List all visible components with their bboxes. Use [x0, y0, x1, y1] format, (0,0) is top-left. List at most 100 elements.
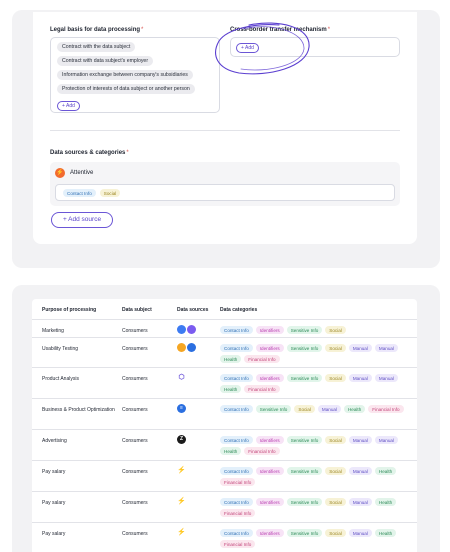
- legal-basis-chip[interactable]: Contract with the data subject: [57, 42, 136, 52]
- table-row[interactable]: Advertising Consumers Z Contact Info Identif…: [32, 430, 417, 461]
- categories-cell: Contact Info Identifiers Sensitive Info Soc…: [220, 529, 415, 548]
- category-tag: Health: [343, 405, 366, 413]
- category-tag: Health: [374, 467, 397, 475]
- subject-cell: Consumers: [122, 328, 148, 334]
- cross-border-field[interactable]: + Add: [230, 37, 400, 57]
- category-tag: Social: [99, 189, 121, 197]
- category-tag: Sensitive Info: [286, 467, 323, 475]
- table-row[interactable]: Usability Testing Consumers Contact Info Id…: [32, 338, 417, 368]
- source-categories-field[interactable]: Contact Info Social: [55, 184, 395, 201]
- table-row[interactable]: Pay salary Consumers ⚡ Contact Info Identifi…: [32, 523, 417, 552]
- add-source-button[interactable]: + Add source: [51, 212, 113, 228]
- category-tag: Health: [220, 447, 242, 455]
- table-row[interactable]: Product Analysis Consumers ⬡ Contact Info Id…: [32, 368, 417, 399]
- sources-cell: [177, 343, 196, 352]
- table-row[interactable]: Pay salary Consumers ⚡ Contact Info Identifi…: [32, 492, 417, 523]
- categories-cell: Contact Info Identifiers Sensitive Info Soc…: [220, 326, 415, 334]
- category-tag: Manual: [348, 529, 372, 537]
- category-tag: Contact Info: [220, 529, 253, 537]
- category-tag: Manual: [348, 498, 372, 506]
- categories-cell: Contact Info Identifiers Sensitive Info Soc…: [220, 436, 415, 455]
- category-tag: Sensitive Info: [255, 405, 292, 413]
- category-tag: Social: [325, 326, 346, 334]
- category-tag: Sensitive Info: [286, 498, 323, 506]
- categories-cell: Contact Info Identifiers Sensitive Info Soc…: [220, 467, 415, 486]
- legal-basis-chip[interactable]: Protection of interests of data subject …: [57, 84, 195, 94]
- category-tag: Health: [220, 385, 242, 393]
- category-tag: Manual: [348, 344, 372, 352]
- category-tag: Social: [325, 529, 346, 537]
- sources-cell: [177, 325, 196, 334]
- category-tag: Manual: [374, 374, 398, 382]
- category-tag: Identifiers: [255, 498, 284, 506]
- sources-cell: ≡: [177, 404, 186, 413]
- intercom-icon: ≡: [177, 404, 186, 413]
- column-header-purpose: Purpose of processing: [42, 307, 97, 313]
- category-tag: Manual: [348, 374, 372, 382]
- category-tag: Social: [325, 344, 346, 352]
- categories-cell: Contact Info Identifiers Sensitive Info Soc…: [220, 344, 415, 363]
- category-tag: Identifiers: [255, 436, 284, 444]
- purpose-cell: Business & Product Optimization: [42, 407, 115, 413]
- categories-cell: Contact Info Identifiers Sensitive Info Soc…: [220, 498, 415, 517]
- category-tag: Social: [325, 374, 346, 382]
- category-tag: Financial Info: [244, 385, 280, 393]
- category-tag: Contact Info: [220, 436, 253, 444]
- legal-basis-chip[interactable]: Contract with data subject's employer: [57, 56, 154, 66]
- category-tag: Identifiers: [255, 344, 284, 352]
- categories-cell: Contact Info Identifiers Sensitive Info Soc…: [220, 374, 415, 393]
- category-tag: Manual: [317, 405, 341, 413]
- attentive-logo-icon: ⚡: [177, 467, 186, 474]
- category-tag: Social: [294, 405, 315, 413]
- category-tag: Contact Info: [220, 374, 253, 382]
- cross-border-label: Cross-border transfer mechanism*: [230, 27, 331, 33]
- subject-cell: Consumers: [122, 469, 148, 475]
- column-header-categories: Data categories: [220, 307, 258, 313]
- subject-cell: Consumers: [122, 438, 148, 444]
- category-tag: Contact Info: [220, 344, 253, 352]
- category-tag: Social: [325, 436, 346, 444]
- category-tag: Financial Info: [220, 478, 256, 486]
- category-tag: Contact Info: [220, 405, 253, 413]
- zendesk-icon: Z: [177, 435, 186, 444]
- purpose-cell: Pay salary: [42, 500, 66, 506]
- chat-bubble-icon: [187, 325, 196, 334]
- table-row[interactable]: Pay salary Consumers ⚡ Contact Info Identifi…: [32, 461, 417, 492]
- category-tag: Social: [325, 467, 346, 475]
- source-card: ⚡ Attentive Contact Info Social: [50, 162, 400, 206]
- section-divider: [50, 130, 400, 131]
- add-legal-basis-button[interactable]: + Add: [57, 101, 80, 111]
- sources-cell: ⬡: [177, 373, 186, 382]
- category-tag: Sensitive Info: [286, 436, 323, 444]
- categories-cell: Contact Info Sensitive Info Social Manual He…: [220, 405, 415, 413]
- sources-cell: ⚡: [177, 497, 186, 506]
- category-tag: Manual: [348, 436, 372, 444]
- category-tag: Contact Info: [220, 498, 253, 506]
- category-tag: Manual: [374, 344, 398, 352]
- subject-cell: Consumers: [122, 376, 148, 382]
- table-row[interactable]: Business & Product Optimization Consumers…: [32, 399, 417, 430]
- subject-cell: Consumers: [122, 346, 148, 352]
- category-tag: Social: [325, 498, 346, 506]
- source-category-tags: Contact Info Social: [63, 189, 121, 197]
- legal-basis-field[interactable]: Contract with the data subject Contract w…: [50, 37, 220, 113]
- attentive-logo-icon: ⚡: [55, 168, 65, 178]
- category-tag: Identifiers: [255, 529, 284, 537]
- legal-basis-chip[interactable]: Information exchange between company's s…: [57, 70, 193, 80]
- category-tag: Identifiers: [255, 374, 284, 382]
- sources-cell: ⚡: [177, 466, 186, 475]
- source-name: Attentive: [70, 170, 94, 176]
- column-header-subject: Data subject: [122, 307, 152, 313]
- purpose-cell: Pay salary: [42, 469, 66, 475]
- add-cross-border-button[interactable]: + Add: [236, 43, 259, 53]
- category-tag: Financial Info: [220, 540, 256, 548]
- category-tag: Sensitive Info: [286, 529, 323, 537]
- purpose-cell: Marketing: [42, 328, 64, 334]
- category-tag: Contact Info: [63, 189, 96, 197]
- processing-table: Purpose of processing Data subject Data …: [32, 299, 417, 552]
- table-row[interactable]: Marketing Consumers Contact Info Identifier…: [32, 320, 417, 338]
- subject-cell: Consumers: [122, 531, 148, 537]
- category-tag: Manual: [374, 436, 398, 444]
- category-tag: Financial Info: [368, 405, 404, 413]
- legal-basis-list: Contract with the data subject Contract w…: [57, 42, 195, 94]
